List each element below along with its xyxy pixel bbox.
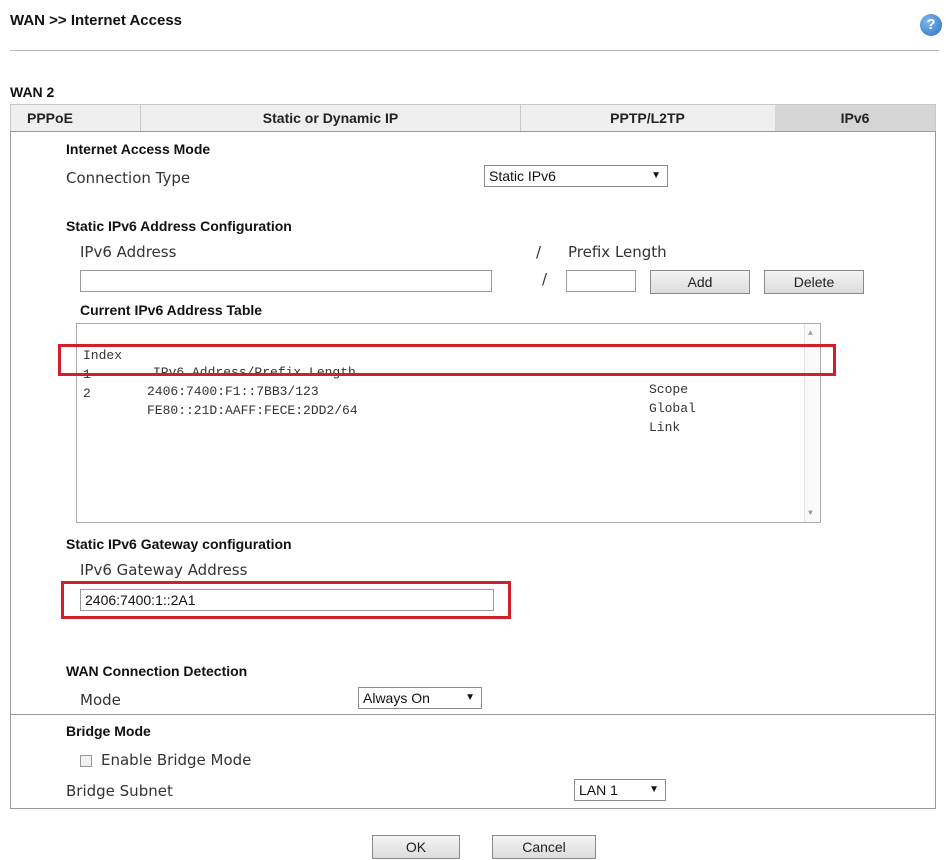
tab-ipv6[interactable]: IPv6 (775, 105, 935, 131)
mode-select[interactable]: Always On ▼ (358, 687, 482, 709)
gateway-heading: Static IPv6 Gateway configuration (66, 536, 292, 552)
detection-heading: WAN Connection Detection (66, 663, 248, 679)
ok-button[interactable]: OK (372, 835, 460, 859)
row-scope: Global (649, 401, 696, 416)
prefix-length-label: Prefix Length (568, 243, 667, 261)
chevron-down-icon: ▼ (651, 170, 661, 181)
tab-static-dynamic[interactable]: Static or Dynamic IP (141, 105, 521, 131)
input-slash: / (542, 270, 548, 288)
delete-button[interactable]: Delete (764, 270, 864, 294)
tab-pppoe[interactable]: PPPoE (11, 105, 141, 131)
scroll-down-icon[interactable]: ▼ (808, 509, 813, 518)
gateway-address-label: IPv6 Gateway Address (80, 561, 248, 579)
tab-bar: PPPoE Static or Dynamic IP PPTP/L2TP IPv… (10, 104, 936, 132)
row-address: FE80::21D:AAFF:FECE:2DD2/64 (147, 403, 358, 418)
cancel-button[interactable]: Cancel (492, 835, 596, 859)
title-divider (10, 50, 939, 51)
enable-bridge-checkbox[interactable] (80, 755, 92, 767)
gateway-highlight-annotation (61, 581, 511, 619)
internet-access-mode-heading: Internet Access Mode (66, 141, 211, 157)
bridge-subnet-select[interactable]: LAN 1 ▼ (574, 779, 666, 801)
prefix-slash: / (536, 243, 542, 261)
mode-label: Mode (80, 691, 121, 709)
bridge-divider (11, 714, 935, 715)
tab-pptp-l2tp[interactable]: PPTP/L2TP (520, 105, 775, 131)
row-scope: Link (649, 420, 681, 435)
connection-type-label: Connection Type (66, 169, 191, 187)
address-table-heading: Current IPv6 Address Table (80, 302, 263, 318)
scroll-up-icon[interactable]: ▲ (808, 329, 813, 338)
bridge-heading: Bridge Mode (66, 723, 151, 739)
bridge-subnet-label: Bridge Subnet (66, 782, 173, 800)
chevron-down-icon: ▼ (649, 784, 659, 795)
row-highlight-annotation (58, 344, 836, 376)
enable-bridge-label: Enable Bridge Mode (101, 751, 252, 769)
ipv6-address-label: IPv6 Address (80, 243, 177, 261)
add-button[interactable]: Add (650, 270, 750, 294)
ipv6-address-input[interactable] (80, 270, 492, 292)
wan-label: WAN 2 (10, 84, 55, 100)
help-icon[interactable]: ? (920, 14, 942, 36)
row-index: 2 (83, 386, 91, 401)
connection-type-select[interactable]: Static IPv6 ▼ (484, 165, 668, 187)
chevron-down-icon: ▼ (465, 692, 475, 703)
static-config-heading: Static IPv6 Address Configuration (66, 218, 292, 234)
page-title: WAN >> Internet Access (10, 12, 183, 29)
prefix-length-input[interactable] (566, 270, 636, 292)
row-address: 2406:7400:F1::7BB3/123 (147, 384, 319, 399)
